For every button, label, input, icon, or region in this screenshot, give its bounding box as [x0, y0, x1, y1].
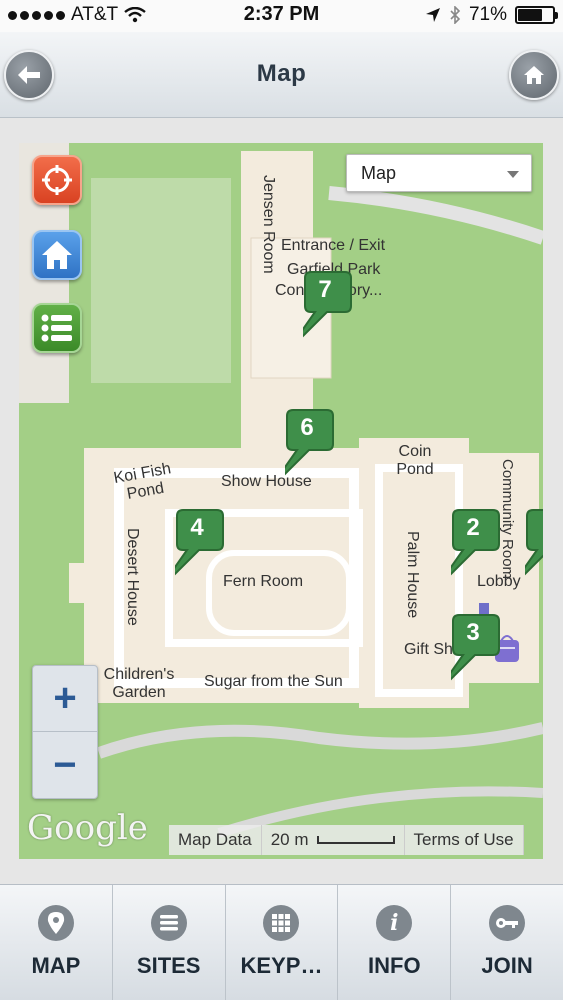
status-bar: AT&T 2:37 PM 71%	[0, 0, 563, 32]
tab-label: JOIN	[481, 953, 533, 978]
zoom-out-button[interactable]: −	[33, 732, 97, 798]
battery-percent: 71%	[468, 4, 507, 25]
map-data-link[interactable]: Map Data	[169, 825, 262, 855]
label-entrance-exit: Entrance / Exit	[281, 237, 386, 254]
map-marker-partial[interactable]	[508, 508, 543, 591]
battery-icon	[515, 6, 558, 24]
label-jensen-room: Jensen Room	[260, 175, 277, 274]
terms-of-use-link[interactable]: Terms of Use	[404, 825, 524, 855]
marker-number: 3	[466, 619, 480, 646]
marker-number: 2	[466, 514, 480, 541]
label-palm-house: Palm House	[404, 531, 421, 619]
tab-join[interactable]: JOIN	[451, 885, 563, 1000]
map-marker[interactable]: 4	[158, 508, 225, 591]
home-icon	[524, 66, 544, 84]
scale-bar: 20 m	[261, 825, 405, 855]
marker-pin-icon	[508, 509, 543, 591]
label-coin-pond: Coin Pond	[396, 443, 434, 478]
nav-header: Map	[0, 32, 563, 118]
label-fern-room: Fern Room	[223, 573, 304, 590]
status-right: 71%	[425, 4, 558, 26]
map-view[interactable]: Jensen Room Entrance / Exit Garfield Par…	[19, 143, 543, 859]
map-attribution: Map Data 20 m Terms of Use	[169, 825, 524, 855]
tab-bar: MAP SITES KEYP… i INFO JOIN	[0, 884, 563, 1000]
zoom-in-button[interactable]: +	[33, 666, 97, 732]
marker-number: 6	[300, 414, 314, 441]
marker-number: 7	[318, 276, 332, 303]
tab-keypad[interactable]: KEYP…	[226, 885, 339, 1000]
key-icon	[489, 905, 526, 941]
list-icon	[41, 314, 72, 342]
scale-line	[316, 836, 395, 844]
app-screen: AT&T 2:37 PM 71% Map Jensen Room Entranc…	[0, 0, 563, 1000]
tab-map[interactable]: MAP	[0, 885, 113, 1000]
map-marker[interactable]: 7	[286, 270, 353, 353]
info-icon: i	[376, 905, 413, 941]
map-marker[interactable]: 2	[434, 508, 501, 591]
location-arrow-icon	[425, 8, 440, 22]
home-button[interactable]	[509, 50, 559, 100]
list-view-button[interactable]	[32, 303, 82, 353]
label-childrens-garden: Children's Garden	[103, 666, 175, 701]
zoom-control: + −	[32, 665, 98, 799]
page-title: Map	[256, 60, 307, 87]
map-marker[interactable]: 6	[268, 408, 335, 491]
map-type-value: Map	[361, 163, 397, 183]
map-type-select[interactable]: Map	[346, 154, 532, 192]
keypad-icon	[263, 905, 300, 941]
crosshair-icon	[42, 165, 72, 195]
label-gift-shop: Gift Sh	[404, 641, 453, 658]
tab-info[interactable]: i INFO	[338, 885, 452, 1000]
map-pin-icon	[37, 905, 74, 941]
tab-label: KEYP…	[240, 953, 323, 978]
label-sugar-from-the-sun: Sugar from the Sun	[204, 673, 343, 690]
tab-label: SITES	[136, 953, 201, 978]
google-logo: Google	[27, 808, 148, 848]
list-icon	[150, 905, 187, 941]
tab-sites[interactable]: SITES	[113, 885, 226, 1000]
tab-label: INFO	[368, 953, 421, 978]
bluetooth-icon	[450, 6, 461, 24]
label-desert-house: Desert House	[124, 528, 141, 626]
map-marker[interactable]: 3	[434, 613, 501, 696]
map-home-button[interactable]	[32, 230, 82, 280]
scale-label: 20 m	[270, 830, 309, 849]
marker-number: 4	[190, 514, 204, 541]
chevron-down-icon	[507, 171, 519, 178]
locate-button[interactable]	[32, 155, 82, 205]
home-icon	[42, 241, 72, 269]
tab-label: MAP	[31, 953, 81, 978]
